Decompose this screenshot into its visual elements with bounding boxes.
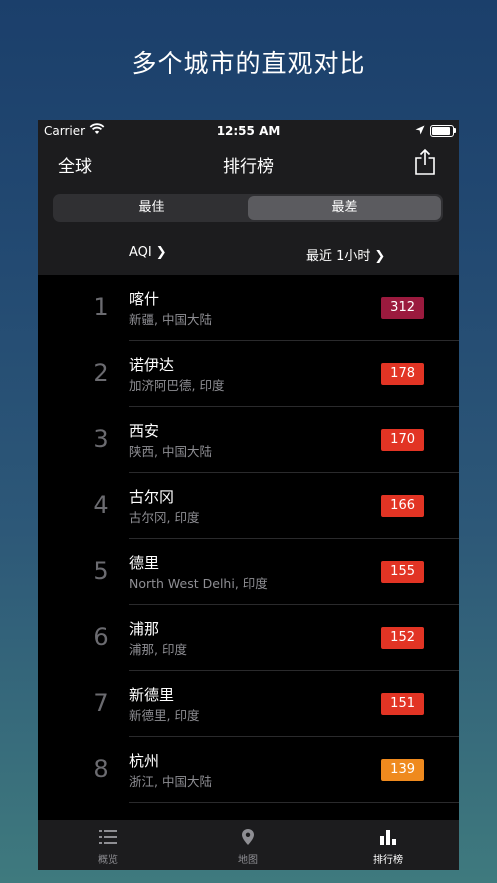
city-region: 加济阿巴德, 印度: [129, 378, 225, 393]
navigation-bar: 全球 排行榜: [38, 142, 459, 186]
location-pin-icon: [241, 829, 255, 849]
tab-label: 地图: [238, 855, 258, 866]
rank-number: 1: [93, 293, 109, 321]
filter-bar: AQI ❯ 最近 1小时 ❯: [38, 232, 459, 275]
chevron-right-icon: ❯: [155, 245, 167, 260]
list-icon: [98, 830, 118, 849]
aqi-badge: 151: [381, 693, 424, 715]
status-time: 12:55 AM: [216, 124, 281, 138]
aqi-badge: 312: [381, 297, 424, 319]
city-region: 浙江, 中国大陆: [129, 774, 212, 789]
battery-tip: [454, 128, 456, 133]
aqi-badge: 155: [381, 561, 424, 583]
tab-bar: 概览 地图 排行榜: [38, 820, 459, 870]
status-bar: Carrier 12:55 AM: [38, 120, 459, 142]
location-arrow-icon: [415, 124, 425, 138]
city-name: 德里: [129, 554, 160, 572]
aqi-badge: 178: [381, 363, 424, 385]
tab-map[interactable]: 地图: [178, 828, 318, 866]
aqi-badge: 166: [381, 495, 424, 517]
tab-label: 排行榜: [373, 855, 403, 866]
ranking-list: 1 喀什 新疆, 中国大陆 312 2 诺伊达 加济阿巴德, 印度 178 3 …: [38, 275, 459, 820]
bar-chart-icon: [378, 830, 398, 849]
rank-number: 6: [93, 623, 109, 651]
ranking-row[interactable]: 3 西安 陕西, 中国大陆 170: [38, 407, 459, 473]
ranking-row[interactable]: 5 德里 North West Delhi, 印度 155: [38, 539, 459, 605]
city-region: 新德里, 印度: [129, 708, 200, 723]
aqi-badge: 152: [381, 627, 424, 649]
city-region: North West Delhi, 印度: [129, 576, 268, 591]
rank-number: 3: [93, 425, 109, 453]
city-name: 喀什: [129, 290, 160, 308]
rank-number: 5: [93, 557, 109, 585]
share-icon[interactable]: [414, 148, 436, 180]
city-name: 古尔冈: [129, 488, 175, 506]
city-region: 浦那, 印度: [129, 642, 187, 657]
city-name: 新德里: [129, 686, 175, 704]
rank-number: 7: [93, 689, 109, 717]
metric-selector[interactable]: AQI ❯: [129, 245, 167, 260]
aqi-badge: 139: [381, 759, 424, 781]
ranking-row[interactable]: 6 浦那 浦那, 印度 152: [38, 605, 459, 671]
chevron-right-icon: ❯: [374, 249, 386, 264]
aqi-badge: 170: [381, 429, 424, 451]
rank-number: 2: [93, 359, 109, 387]
battery-icon: [430, 125, 454, 137]
tab-label: 概览: [98, 855, 118, 866]
city-region: 古尔冈, 印度: [129, 510, 200, 525]
time-range-selector[interactable]: 最近 1小时 ❯: [306, 245, 385, 264]
headline: 多个城市的直观对比: [131, 49, 366, 78]
row-divider: [129, 802, 459, 803]
segment-bar: 最佳 最差: [38, 186, 459, 232]
ranking-row[interactable]: 2 诺伊达 加济阿巴德, 印度 178: [38, 341, 459, 407]
city-name: 西安: [129, 422, 160, 440]
city-region: 陕西, 中国大陆: [129, 444, 212, 459]
phone-screen: Carrier 12:55 AM 全球 排行榜 最佳 最差 AQI ❯ 最近 1小…: [38, 120, 459, 870]
city-name: 浦那: [129, 620, 160, 638]
tab-ranking[interactable]: 排行榜: [318, 828, 458, 866]
ranking-row[interactable]: 4 古尔冈 古尔冈, 印度 166: [38, 473, 459, 539]
city-region: 新疆, 中国大陆: [129, 312, 212, 327]
best-worst-segmented-control: 最佳 最差: [53, 194, 443, 222]
city-name: 杭州: [129, 752, 160, 770]
ranking-row[interactable]: 1 喀什 新疆, 中国大陆 312: [38, 275, 459, 341]
ranking-row[interactable]: 7 新德里 新德里, 印度 151: [38, 671, 459, 737]
segment-best[interactable]: 最佳: [55, 196, 248, 220]
rank-number: 8: [93, 755, 109, 783]
tab-overview[interactable]: 概览: [38, 828, 178, 866]
metric-label: AQI: [129, 245, 152, 260]
city-name: 诺伊达: [129, 356, 175, 374]
ranking-row[interactable]: 8 杭州 浙江, 中国大陆 139: [38, 737, 459, 803]
time-range-label: 最近 1小时: [306, 249, 371, 264]
rank-number: 4: [93, 491, 109, 519]
page-title: 排行榜: [223, 157, 274, 177]
segment-worst[interactable]: 最差: [248, 196, 441, 220]
